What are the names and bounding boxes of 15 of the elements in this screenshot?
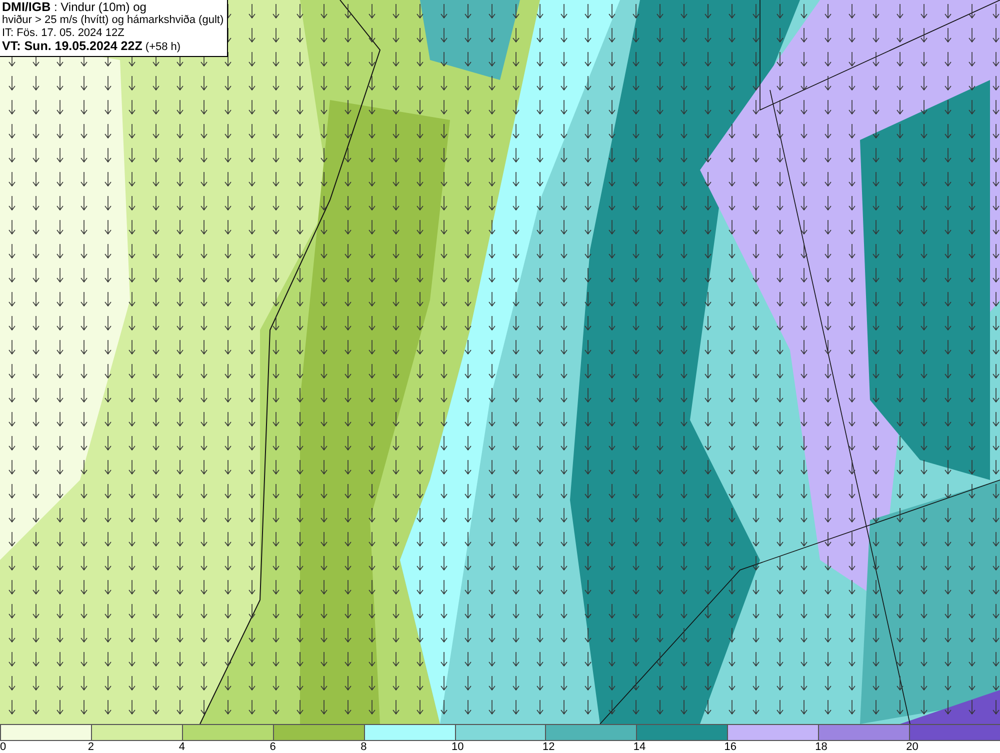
title-line: hviður > 25 m/s (hvítt) og hámarkshviða (gult) (2, 14, 224, 27)
legend-label: 4 (178, 741, 185, 753)
legend-label: 10 (452, 741, 464, 753)
legend-label: 2 (88, 741, 94, 753)
legend-label: 0 (0, 741, 6, 753)
legend-label: 8 (360, 741, 367, 753)
legend-label: 20 (906, 741, 918, 753)
legend-label: 16 (724, 741, 737, 753)
legend-label: 6 (270, 741, 276, 753)
title-line: IT: Fös. 17. 05. 2024 12Z (2, 27, 126, 40)
title-line: VT: Sun. 19.05.2024 22Z (+58 h) (2, 40, 182, 54)
title-line: DMI/IGB : Vindur (10m) og (2, 1, 148, 14)
legend-label: 14 (633, 741, 646, 753)
legend-label: 12 (542, 741, 555, 753)
legend-label: 18 (815, 741, 828, 753)
